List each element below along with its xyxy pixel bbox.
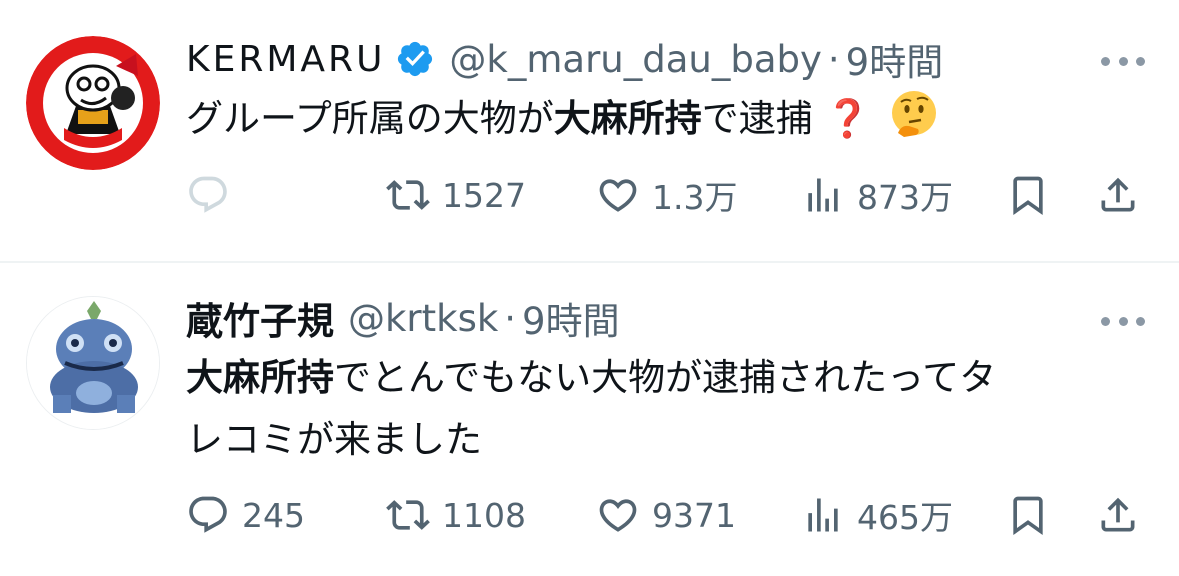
reply-count: 245 [242,495,305,535]
action-bar: 1527 1.3万 873万 [186,165,1156,225]
separator: · [504,296,517,340]
share-icon [1101,177,1135,212]
tweet-text: 大麻所持でとんでもない大物が逮捕されたってタ レコミが来ました [186,347,1136,471]
reply-button[interactable]: 245 [186,485,305,545]
share-button[interactable] [1096,485,1140,545]
timestamp[interactable]: 9時間 [522,291,620,345]
timestamp[interactable]: 9時間 [846,32,944,86]
question-mark-emoji: ❓ [824,97,871,140]
tweet-header: 蔵竹子規 @krtksk · 9時間 [186,291,620,345]
display-name[interactable]: 蔵竹子規 [186,291,334,345]
share-button[interactable] [1096,165,1140,225]
tweet-header: KERMARU @k_maru_dau_baby · 9時間 [186,32,944,86]
retweet-button[interactable]: 1527 [386,165,526,225]
text-segment: レコミが来ました [186,418,482,461]
tweet[interactable]: 蔵竹子規 @krtksk · 9時間 大麻所持でとんでもない大物が逮捕されたって… [0,263,1179,576]
display-name[interactable]: KERMARU [186,39,385,80]
like-icon [599,499,637,532]
views-icon [808,498,838,532]
like-button[interactable]: 9371 [596,485,736,545]
retweet-count: 1108 [442,495,526,535]
like-count: 9371 [652,495,736,535]
action-bar: 245 1108 9371 465万 [186,485,1156,545]
tweet[interactable]: KERMARU @k_maru_dau_baby · 9時間 グループ所属の大物… [0,0,1179,262]
views-icon [808,178,838,212]
views-button[interactable]: 465万 [801,485,953,545]
bookmark-icon [1013,496,1043,536]
text-bold-segment: 大麻所持 [553,97,702,140]
share-icon [1101,497,1135,532]
handle[interactable]: @k_maru_dau_baby [449,38,821,81]
text-segment: でとんでもない大物が逮捕されたってタ [334,356,997,399]
bookmark-icon [1013,176,1043,216]
tweet-text: グループ所属の大物が大麻所持で逮捕 ❓ [186,88,1136,150]
avatar[interactable] [26,296,160,430]
like-icon [599,179,637,212]
separator: · [827,37,840,81]
bookmark-button[interactable] [1006,485,1050,545]
verified-badge-icon [395,39,435,79]
text-segment: で逮捕 [701,97,813,140]
retweet-icon [386,500,430,530]
views-button[interactable]: 873万 [801,165,953,225]
view-count: 873万 [857,178,953,217]
like-button[interactable]: 1.3万 [596,165,737,225]
more-icon[interactable] [1101,51,1145,71]
retweet-count: 1527 [442,175,526,215]
retweet-icon [386,180,430,210]
reply-icon [189,176,227,213]
retweet-button[interactable]: 1108 [386,485,526,545]
view-count: 465万 [857,498,953,537]
text-segment: グループ所属の大物が [186,97,554,140]
thinking-face-emoji [888,89,940,141]
more-icon[interactable] [1101,311,1145,331]
reply-button[interactable] [186,165,242,225]
like-count: 1.3万 [652,178,738,217]
avatar[interactable] [26,36,160,170]
handle[interactable]: @krtksk [348,297,498,340]
bookmark-button[interactable] [1006,165,1050,225]
reply-icon [189,496,227,533]
text-bold-segment: 大麻所持 [186,356,334,399]
